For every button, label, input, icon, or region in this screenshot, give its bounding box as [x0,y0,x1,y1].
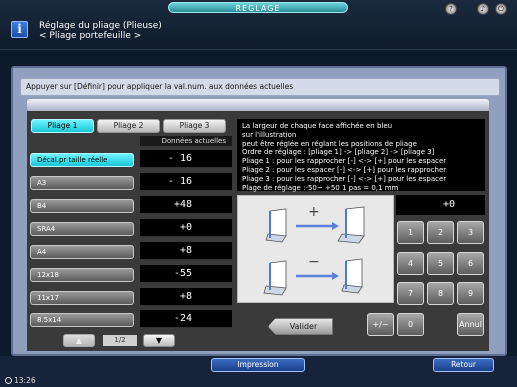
panel-header-bar [27,99,489,111]
plus-sign: + [308,204,320,220]
row-value: - 16 [140,173,232,191]
row-value: +8 [140,242,232,260]
help-icon[interactable]: ? [445,3,457,15]
retour-button[interactable]: Retour [433,358,494,372]
row-value: +0 [140,219,232,237]
key-9[interactable]: 9 [457,282,484,305]
time-text: 13:26 [14,376,36,385]
screen: REGLAGE i Réglage du pliage (Plieuse) < … [0,0,517,387]
info-icon: i [11,21,28,38]
row-value: +8 [140,288,232,306]
cancel-key[interactable]: Annul [457,313,484,336]
volume-icon[interactable]: ♪ [477,3,489,15]
row-value: -55 [140,265,232,283]
fold-paper-bottom-right [341,258,363,294]
screen-title-tab: REGLAGE [168,2,348,13]
row-button-actual-size[interactable]: Décal.pr taille réelle [30,153,134,167]
keypad-display: +0 [396,195,485,215]
row-button-12x18[interactable]: 12x18 [30,268,134,282]
page-indicator: 1/2 [103,335,137,346]
tab-pliage-1[interactable]: Pliage 1 [31,119,94,133]
row-button-a4[interactable]: A4 [30,245,134,259]
key-0[interactable]: 0 [397,313,424,336]
instruction-text: Appuyer sur [Définir] pour appliquer la … [20,78,500,96]
info-text: La largeur de chaque face affichée en bl… [237,119,485,192]
clock-icon [5,377,12,384]
valider-button[interactable]: Valider [268,318,333,335]
row-value: - 16 [140,150,232,168]
current-data-header: Données actuelles [140,136,232,146]
page-up-button[interactable]: ▲ [63,334,95,347]
row-button-11x17[interactable]: 11x17 [30,291,134,305]
clock: 13:26 [5,376,36,385]
row-button-8-5x14[interactable]: 8.5x14 [30,313,134,327]
key-3[interactable]: 3 [457,221,484,244]
power-icon[interactable]: ⏻ [495,3,507,15]
key-5[interactable]: 5 [427,252,454,275]
minus-sign: − [308,254,320,270]
key-7[interactable]: 7 [397,282,424,305]
fold-diagram: + − [237,195,394,303]
key-6[interactable]: 6 [457,252,484,275]
key-8[interactable]: 8 [427,282,454,305]
plus-minus-key[interactable]: +/− [367,313,394,336]
tab-pliage-3[interactable]: Pliage 3 [163,119,226,133]
page-subtitle: < Pliage portefeuille > [39,31,142,41]
fold-paper-top-right [337,206,365,244]
key-1[interactable]: 1 [397,221,424,244]
page-down-button[interactable]: ▼ [143,334,175,347]
row-value: +48 [140,196,232,214]
fold-paper-bottom-left [263,260,287,296]
tab-pliage-2[interactable]: Pliage 2 [97,119,160,133]
page-title: Réglage du pliage (Plieuse) [39,21,162,31]
key-4[interactable]: 4 [397,252,424,275]
row-value: -24 [140,310,232,328]
key-2[interactable]: 2 [427,221,454,244]
row-button-b4[interactable]: B4 [30,199,134,213]
row-button-a3[interactable]: A3 [30,176,134,190]
fold-paper-top-left [265,208,287,243]
impression-button[interactable]: Impression [211,358,305,372]
row-button-sra4[interactable]: SRA4 [30,222,134,236]
